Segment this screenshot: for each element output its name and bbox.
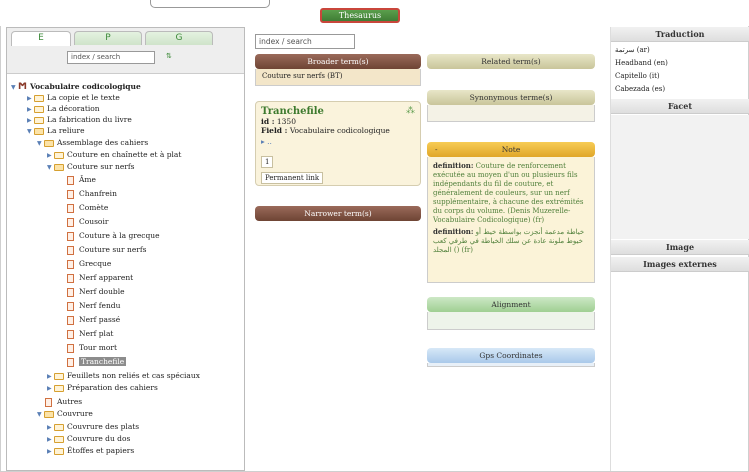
tree-panel: E P G index / search ⇅ ▼ Ϻ Vocabulaire cod…: [6, 27, 245, 471]
gps-coordinates-header[interactable]: Gps Coordinates: [427, 348, 595, 363]
tab-e[interactable]: E: [11, 31, 71, 46]
folder-icon: [54, 372, 64, 380]
definition-fr: Couture de renforcement exécutée au moye…: [433, 162, 584, 224]
top-search-field[interactable]: [150, 0, 270, 8]
broader-terms-header[interactable]: Broader term(s): [255, 54, 421, 69]
note-header[interactable]: - Note: [427, 142, 595, 157]
narrower-terms-header[interactable]: Narrower term(s): [255, 206, 421, 221]
document-icon: [67, 245, 74, 255]
collapse-arrow-icon[interactable]: ▼: [37, 408, 44, 421]
definition-ar-row: definition: خياطة مدعمة أنجزت بواسطة خيط…: [433, 227, 585, 254]
note-content: definition: Couture de renforcement exéc…: [427, 157, 595, 283]
tab-p[interactable]: P: [74, 31, 142, 45]
document-icon: [67, 217, 74, 227]
hierarchy-icon[interactable]: ⁂: [406, 106, 415, 116]
concept-card: Tranchefile ⁂ id : 1350 Field : Vocabula…: [255, 101, 421, 186]
folder-icon: [54, 435, 64, 443]
concept-field: Field : Vocabulaire codicologique: [261, 126, 390, 135]
tree-search-input[interactable]: index / search: [67, 51, 155, 64]
tab-g[interactable]: G: [145, 31, 213, 45]
tree-tabs: E P G index / search ⇅: [7, 28, 244, 74]
tree-item[interactable]: ▼ Couvrure: [37, 407, 93, 420]
tree-leaf[interactable]: Cousoir: [67, 215, 108, 228]
tree-leaf[interactable]: Grecque: [67, 257, 111, 270]
open-folder-icon: [44, 410, 54, 418]
tree-leaf[interactable]: Nerf passé: [67, 313, 120, 326]
folder-icon: [34, 116, 44, 124]
folder-icon: [34, 105, 44, 113]
expand-arrow-icon[interactable]: ▶: [47, 382, 54, 395]
document-icon: [67, 357, 74, 367]
collapse-arrow-icon[interactable]: ▼: [27, 125, 34, 138]
tree-leaf[interactable]: Nerf fendu: [67, 299, 120, 312]
related-terms-header[interactable]: Related term(s): [427, 54, 595, 69]
open-folder-icon: [34, 127, 44, 135]
document-icon: [67, 189, 74, 199]
document-icon: [67, 203, 74, 213]
folder-icon: [54, 384, 64, 392]
tree-leaf[interactable]: Couture sur nerfs: [67, 243, 146, 256]
folder-icon: [54, 423, 64, 431]
broader-terms-list: Couture sur nerfs (BT): [255, 69, 421, 86]
document-icon: [45, 397, 52, 407]
gps-content: [427, 363, 595, 367]
tree-leaf[interactable]: Nerf plat: [67, 327, 113, 340]
broader-term-link[interactable]: Couture sur nerfs (BT): [262, 72, 342, 80]
traduction-header[interactable]: Traduction: [611, 27, 749, 42]
translation-es: Cabezada (es): [615, 85, 666, 93]
tree-leaf-selected[interactable]: Tranchefile: [67, 355, 127, 368]
sort-az-icon[interactable]: ⇅: [166, 52, 172, 60]
document-icon: [67, 287, 74, 297]
tree-leaf[interactable]: Chanfrein: [67, 187, 117, 200]
expand-arrow-icon[interactable]: ▶: [47, 445, 54, 458]
document-icon: [67, 301, 74, 311]
facet-header[interactable]: Facet: [611, 99, 749, 114]
alignment-header[interactable]: Alignment: [427, 297, 595, 312]
collapse-arrow-icon[interactable]: ▼: [37, 137, 44, 150]
tree-leaf[interactable]: Nerf apparent: [67, 271, 133, 284]
root-icon: Ϻ: [18, 82, 27, 92]
right-panel: Traduction سرتمة (ar) Headband (en) Capi…: [610, 27, 749, 471]
synonymous-terms-header[interactable]: Synonymous terme(s): [427, 90, 595, 105]
facet-content: [611, 115, 749, 239]
translation-ar: سرتمة (ar): [615, 46, 650, 54]
folder-icon: [54, 447, 64, 455]
tree-leaf[interactable]: Âme: [67, 173, 96, 186]
document-icon: [67, 231, 74, 241]
folder-icon: [54, 151, 64, 159]
tree-leaf[interactable]: Comète: [67, 201, 108, 214]
document-icon: [67, 175, 74, 185]
tree-leaf[interactable]: Tour mort: [67, 341, 117, 354]
tree-item[interactable]: ▶ Étoffes et papiers: [47, 444, 134, 457]
document-icon: [67, 273, 74, 283]
top-bar: Thesaurus: [0, 0, 749, 26]
tree-item[interactable]: ▶ Préparation des cahiers: [47, 381, 158, 394]
tree-leaf[interactable]: Nerf double: [67, 285, 125, 298]
collapse-arrow-icon[interactable]: ▼: [11, 81, 18, 94]
synonymous-terms-list: [427, 105, 595, 122]
tree-item[interactable]: ▼ Couture sur nerfs: [47, 160, 134, 173]
open-folder-icon: [54, 163, 64, 171]
alignment-content: [427, 312, 595, 330]
note-collapse-toggle[interactable]: -: [435, 142, 438, 157]
collapse-arrow-icon[interactable]: ▼: [47, 161, 54, 174]
tree-leaf[interactable]: Couture à la grecque: [67, 229, 160, 242]
document-icon: [67, 259, 74, 269]
document-icon: [67, 329, 74, 339]
external-images-header[interactable]: Images externes: [611, 257, 749, 272]
document-icon: [67, 343, 74, 353]
concept-expander[interactable]: ▸ ..: [261, 137, 415, 146]
concept-id: id : 1350: [261, 117, 296, 126]
thesaurus-button[interactable]: Thesaurus: [320, 8, 400, 23]
concept-title: Tranchefile: [261, 106, 324, 117]
concept-search-input[interactable]: index / search: [255, 34, 355, 49]
image-header[interactable]: Image: [611, 240, 749, 255]
permanent-link-button[interactable]: Permanent link: [261, 172, 324, 184]
translation-it: Capitello (it): [615, 72, 660, 80]
count-box: 1: [261, 156, 274, 168]
folder-icon: [34, 94, 44, 102]
translation-en: Headband (en): [615, 59, 668, 67]
document-icon: [67, 315, 74, 325]
open-folder-icon: [44, 139, 54, 147]
